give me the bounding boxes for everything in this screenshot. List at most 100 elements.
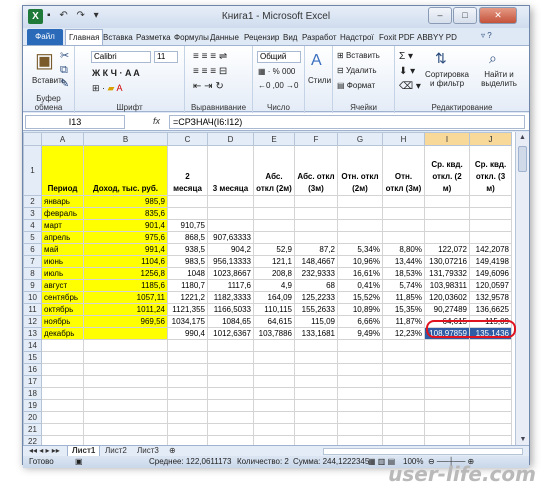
cell[interactable]: 907,63333 — [207, 231, 254, 244]
cell[interactable] — [41, 339, 84, 352]
cell[interactable] — [83, 375, 168, 388]
bold-italic-underline-buttons[interactable]: Ж К Ч · A A — [92, 68, 140, 78]
minimize-button[interactable]: – — [428, 7, 452, 24]
tab-home[interactable]: Главная — [65, 29, 104, 45]
maximize-button[interactable]: □ — [453, 7, 477, 24]
cell[interactable] — [424, 435, 470, 445]
cell[interactable] — [167, 411, 208, 424]
cell[interactable]: 1182,3333 — [207, 291, 254, 304]
cell[interactable] — [83, 423, 168, 436]
cell[interactable] — [167, 363, 208, 376]
cell[interactable]: 120,0597 — [469, 279, 512, 292]
cell[interactable]: 149,4198 — [469, 255, 512, 268]
cell[interactable] — [469, 351, 512, 364]
cell[interactable] — [83, 411, 168, 424]
cell[interactable]: 10,89% — [337, 303, 383, 316]
cell[interactable]: 8,80% — [382, 243, 425, 256]
cell[interactable] — [83, 351, 168, 364]
cell[interactable] — [337, 339, 383, 352]
cell[interactable] — [253, 411, 295, 424]
cell[interactable]: 12,23% — [382, 327, 425, 340]
scroll-thumb[interactable] — [518, 146, 527, 172]
cell[interactable] — [167, 375, 208, 388]
cell[interactable]: февраль — [41, 207, 84, 220]
cell[interactable]: 122,072 — [424, 243, 470, 256]
column-header[interactable]: A — [41, 132, 84, 146]
cell[interactable]: 103,7886 — [253, 327, 295, 340]
cell[interactable]: 64,615 — [253, 315, 295, 328]
scroll-down-icon[interactable]: ▼ — [516, 436, 530, 443]
cell[interactable] — [424, 231, 470, 244]
cell[interactable] — [207, 363, 254, 376]
cell[interactable]: март — [41, 219, 84, 232]
cell[interactable] — [83, 387, 168, 400]
cell[interactable] — [253, 339, 295, 352]
row-header[interactable]: 18 — [23, 387, 42, 400]
currency-percent-buttons[interactable]: ▦ · % 000 — [258, 67, 295, 76]
cell[interactable] — [207, 411, 254, 424]
cell[interactable] — [83, 327, 168, 340]
cell[interactable] — [382, 363, 425, 376]
cell[interactable] — [41, 351, 84, 364]
cell[interactable]: 90,27489 — [424, 303, 470, 316]
cell[interactable] — [424, 195, 470, 208]
cell[interactable] — [41, 423, 84, 436]
cell[interactable]: август — [41, 279, 84, 292]
cell[interactable]: 18,53% — [382, 267, 425, 280]
cell[interactable]: 868,5 — [167, 231, 208, 244]
cell[interactable] — [469, 423, 512, 436]
cell[interactable]: 52,9 — [253, 243, 295, 256]
column-header[interactable]: J — [469, 132, 512, 146]
cell[interactable] — [294, 411, 338, 424]
row-header[interactable]: 8 — [23, 267, 42, 280]
cell[interactable]: 132,9578 — [469, 291, 512, 304]
cell[interactable]: 130,07216 — [424, 255, 470, 268]
cell[interactable] — [167, 387, 208, 400]
cell[interactable] — [337, 195, 383, 208]
cell[interactable] — [424, 339, 470, 352]
column-header[interactable]: C — [167, 132, 208, 146]
row-header[interactable]: 5 — [23, 231, 42, 244]
cell[interactable] — [207, 387, 254, 400]
cell[interactable]: 956,13333 — [207, 255, 254, 268]
cell[interactable] — [167, 351, 208, 364]
font-name-select[interactable]: Calibri — [91, 51, 151, 63]
cell[interactable] — [253, 363, 295, 376]
horizontal-scrollbar[interactable] — [323, 448, 523, 455]
cell[interactable] — [253, 375, 295, 388]
cell[interactable] — [294, 387, 338, 400]
cell[interactable] — [469, 399, 512, 412]
cell[interactable] — [337, 231, 383, 244]
cell[interactable] — [382, 339, 425, 352]
find-select-button[interactable]: Найти и выделить — [477, 70, 521, 88]
vertical-scrollbar[interactable]: ▲ ▼ — [515, 132, 529, 445]
cell[interactable]: июль — [41, 267, 84, 280]
cell[interactable]: 904,2 — [207, 243, 254, 256]
cell[interactable] — [294, 231, 338, 244]
cell[interactable] — [469, 207, 512, 220]
cell[interactable]: 15,35% — [382, 303, 425, 316]
cell[interactable]: 115,09 — [294, 315, 338, 328]
decimal-buttons[interactable]: ←0 ,00 →0 — [258, 81, 298, 90]
cell[interactable] — [83, 435, 168, 445]
row-header[interactable]: 3 — [23, 207, 42, 220]
cell[interactable]: 9,49% — [337, 327, 383, 340]
cell[interactable]: 6,66% — [337, 315, 383, 328]
cell[interactable]: 1048 — [167, 267, 208, 280]
cell[interactable]: 125,2233 — [294, 291, 338, 304]
cell[interactable] — [253, 423, 295, 436]
cell[interactable] — [424, 363, 470, 376]
tab-file[interactable]: Файл — [27, 29, 63, 45]
cell[interactable] — [294, 363, 338, 376]
cell[interactable] — [253, 195, 295, 208]
cell[interactable]: 938,5 — [167, 243, 208, 256]
autosum-icon[interactable]: Σ ▾ — [399, 51, 413, 62]
cell[interactable] — [41, 363, 84, 376]
cell[interactable] — [253, 399, 295, 412]
column-header[interactable]: I — [424, 132, 470, 146]
cell[interactable]: ноябрь — [41, 315, 84, 328]
row-header[interactable]: 12 — [23, 315, 42, 328]
cell[interactable] — [207, 399, 254, 412]
select-all-corner[interactable] — [23, 132, 42, 146]
cell[interactable]: декабрь — [41, 327, 84, 340]
